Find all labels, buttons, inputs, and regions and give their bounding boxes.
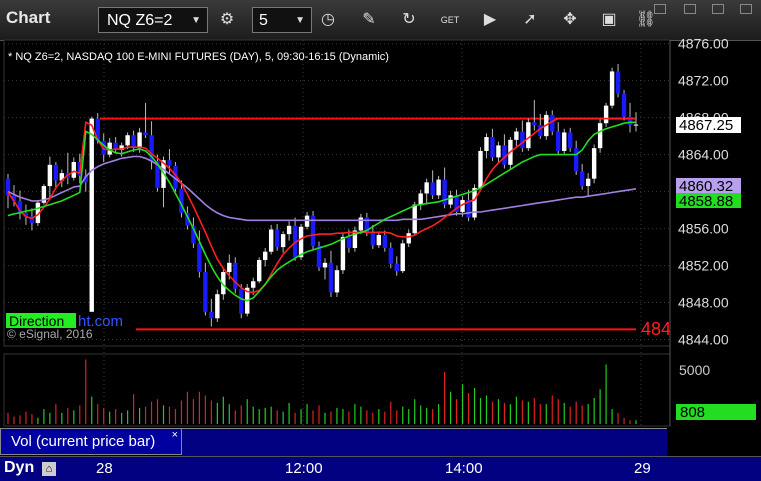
candle-body — [89, 118, 94, 312]
volume-panel-tab[interactable]: Vol (current price bar) × — [0, 428, 182, 455]
candle-body — [603, 105, 609, 124]
candle-body — [131, 135, 136, 149]
candle-body — [340, 236, 346, 271]
copyright-text: © eSignal, 2016 — [7, 327, 93, 341]
candle-body — [615, 71, 621, 94]
candle-body — [484, 137, 489, 151]
candle-body — [167, 160, 172, 166]
candle-body — [526, 122, 531, 149]
candle-body — [490, 137, 495, 158]
candle-body — [562, 132, 567, 151]
candle-body — [382, 235, 387, 249]
candle-body — [520, 131, 525, 149]
candle-body — [316, 246, 322, 268]
candle-body — [376, 235, 382, 246]
candle-body — [585, 178, 591, 187]
y-tick-label: 4864.00 — [678, 147, 729, 163]
candle-body — [239, 288, 244, 314]
candle-body — [400, 243, 405, 272]
candle-body — [472, 187, 477, 218]
time-axis-bar: Dyn ⌂ 28 12:00 14:00 29 — [0, 456, 761, 481]
candle-body — [568, 132, 573, 149]
candle-body — [47, 164, 53, 187]
candle-body — [579, 171, 585, 187]
candle-body — [137, 132, 142, 149]
y-tick-label: 4844.00 — [678, 332, 729, 348]
y-tick-label: 4848.00 — [678, 295, 729, 311]
candle-body — [328, 262, 334, 293]
candle-body — [448, 195, 453, 205]
time-label: 12:00 — [285, 460, 323, 477]
volume-panel-bar — [182, 428, 667, 456]
last-price-label: 4867.25 — [679, 117, 733, 134]
candle-body — [514, 131, 519, 140]
time-label: 14:00 — [445, 460, 483, 477]
candle-body — [621, 93, 627, 117]
candle-body — [53, 164, 59, 181]
candle-body — [268, 229, 274, 252]
candle-body — [436, 179, 441, 196]
candle-body — [203, 272, 208, 312]
chart-window: { "window": {"title": "Chart"}, "toolbar… — [0, 0, 761, 481]
candle-body — [388, 248, 393, 264]
dynamic-mode-label[interactable]: Dyn — [4, 459, 34, 477]
candle-body — [430, 182, 435, 196]
y-tick-label: 4852.00 — [678, 258, 729, 274]
candle-body — [227, 262, 232, 273]
candle-body — [346, 236, 352, 249]
volume-axis-strip — [667, 428, 761, 455]
candle-body — [286, 225, 292, 235]
chart-header: * NQ Z6=2, NASDAQ 100 E-MINI FUTURES (DA… — [8, 51, 389, 63]
candle-body — [125, 135, 130, 146]
candle-body — [209, 311, 214, 319]
candle-body — [251, 281, 256, 288]
candle-body — [262, 251, 268, 261]
candle-body — [556, 131, 561, 151]
y-tick-label: 4876.00 — [678, 36, 729, 52]
candle-body — [496, 145, 501, 158]
candle-body — [274, 229, 280, 248]
candle-body — [197, 243, 202, 273]
candle-body — [358, 217, 364, 231]
candle-body — [370, 232, 376, 246]
price-chart: 4876.004872.004868.004864.004860.004856.… — [3, 36, 756, 427]
candle-body — [418, 193, 423, 205]
time-label: 29 — [634, 460, 651, 477]
candle-body — [257, 260, 262, 282]
candle-body — [573, 148, 579, 172]
candle-body — [478, 150, 483, 188]
candle-body — [334, 270, 340, 293]
candle-body — [609, 71, 615, 106]
time-label: 28 — [96, 460, 113, 477]
y-tick-label: 4856.00 — [678, 221, 729, 237]
candle-body — [233, 262, 238, 289]
candle-body — [406, 233, 411, 244]
candle-body — [298, 226, 304, 258]
candle-body — [304, 215, 310, 227]
candle-body — [143, 132, 148, 136]
y-tick-label: 4872.00 — [678, 73, 729, 89]
candle-body — [394, 263, 399, 272]
volume-axis-label: 5000 — [679, 362, 710, 378]
lock-icon[interactable]: ⌂ — [42, 462, 56, 476]
candle-body — [424, 182, 429, 194]
candle-body — [633, 124, 639, 126]
candle-body — [591, 148, 597, 179]
candle-body — [532, 122, 537, 126]
volume-panel-title: Vol (current price bar) — [11, 433, 156, 450]
candle-body — [71, 162, 76, 178]
candle-body — [215, 294, 220, 319]
ma-green-label: 4858.88 — [679, 193, 733, 210]
candle-body — [322, 262, 328, 268]
volume-current-label: 808 — [680, 404, 705, 421]
candle-body — [597, 123, 603, 149]
close-icon[interactable]: × — [172, 423, 178, 448]
red-level-label: 484 — [641, 319, 671, 339]
candle-body — [280, 234, 286, 248]
